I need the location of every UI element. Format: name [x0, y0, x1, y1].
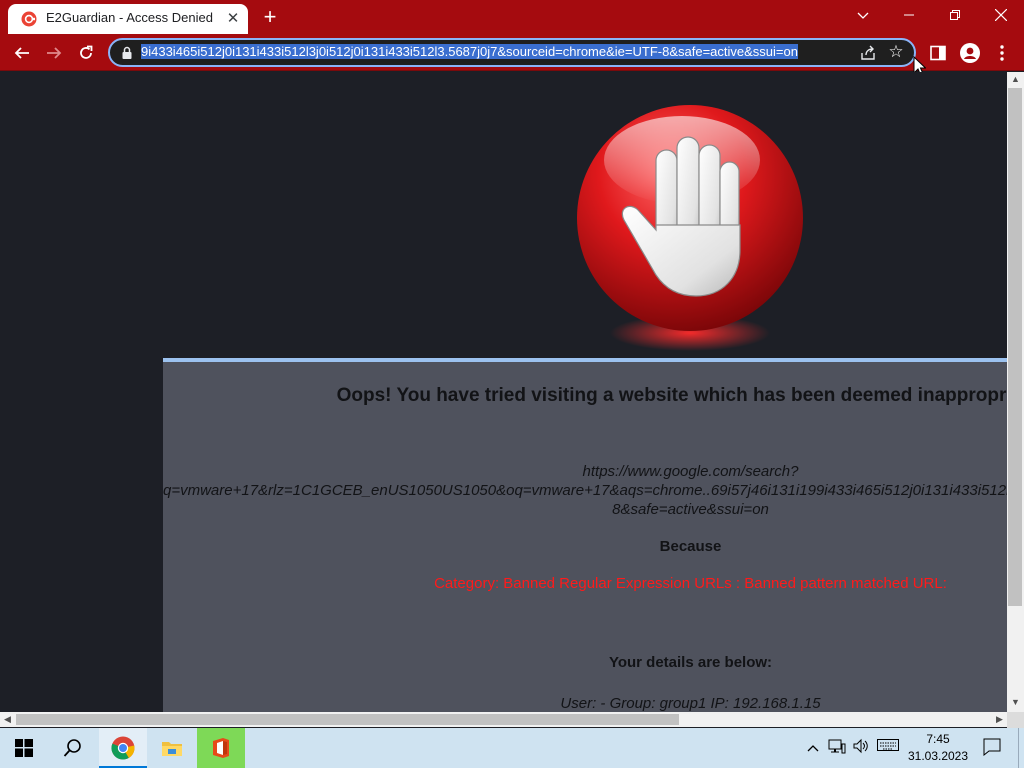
blocked-url-line-3: 8&safe=active&ssui=on	[612, 501, 769, 518]
address-bar[interactable]: 9i433i465i512j0i131i433i512l3j0i512j0i13…	[108, 38, 916, 67]
browser-toolbar: 9i433i465i512j0i131i433i512l3j0i512j0i13…	[0, 34, 1024, 71]
tab-search-button[interactable]	[840, 0, 886, 30]
taskbar-clock[interactable]: 7:45 31.03.2023	[900, 731, 976, 767]
taskbar-office-button[interactable]	[197, 728, 245, 768]
action-center-icon	[983, 738, 1001, 757]
blocked-url-line-2: q=vmware+17&rlz=1C1GCEB_enUS1050US1050&o…	[163, 482, 1007, 499]
share-icon[interactable]	[858, 43, 878, 63]
bookmark-star-icon[interactable]: ☆	[886, 42, 906, 62]
start-button[interactable]	[0, 728, 48, 768]
restore-button[interactable]	[932, 0, 978, 30]
taskbar-chrome-button[interactable]	[99, 728, 147, 768]
scroll-down-icon[interactable]: ▼	[1008, 695, 1023, 710]
restore-icon	[950, 10, 960, 20]
minimize-button[interactable]	[886, 0, 932, 30]
taskbar-explorer-button[interactable]	[148, 728, 196, 768]
side-panel-button[interactable]	[924, 39, 952, 67]
network-icon[interactable]	[826, 738, 848, 758]
more-vertical-icon	[1000, 45, 1004, 61]
clock-time: 7:45	[926, 732, 950, 746]
because-label: Because	[659, 538, 722, 555]
block-reason: Category: Banned Regular Expression URLs…	[434, 575, 947, 592]
reload-button[interactable]	[72, 39, 100, 67]
profile-icon	[960, 43, 980, 63]
speaker-icon	[853, 738, 868, 754]
volume-icon[interactable]	[850, 738, 872, 758]
file-explorer-icon	[162, 742, 182, 756]
show-hidden-icons-icon[interactable]	[804, 738, 822, 758]
lock-icon	[122, 46, 132, 59]
scroll-up-icon[interactable]: ▲	[1008, 72, 1023, 87]
chevron-up-icon	[807, 745, 819, 752]
screen: E2Guardian - Access Denied ✕ + 9i433i465…	[0, 0, 1024, 768]
horizontal-scroll-thumb[interactable]	[16, 714, 679, 725]
clock-date: 31.03.2023	[907, 749, 969, 763]
tab-close-icon[interactable]: ✕	[224, 10, 242, 28]
notifications-button[interactable]	[980, 738, 1004, 758]
block-headline: Oops! You have tried visiting a website …	[336, 385, 1007, 406]
keyboard-icon[interactable]	[876, 738, 900, 758]
browser-titlebar: E2Guardian - Access Denied ✕ +	[0, 0, 1024, 34]
address-input[interactable]: 9i433i465i512j0i131i433i512l3j0i512j0i13…	[141, 43, 849, 61]
close-window-button[interactable]	[978, 0, 1024, 30]
minimize-icon	[904, 14, 914, 16]
address-text: 9i433i465i512j0i131i433i512l3j0i512j0i13…	[141, 44, 798, 59]
block-message-panel: Oops! You have tried visiting a website …	[163, 358, 1007, 712]
new-tab-button[interactable]: +	[258, 6, 282, 30]
touch-keyboard-icon	[877, 739, 899, 751]
network-monitor-icon	[828, 739, 846, 754]
blocked-url-line-1: https://www.google.com/search?	[582, 463, 799, 480]
windows-start-icon	[15, 739, 33, 757]
tab-title: E2Guardian - Access Denied	[46, 10, 213, 25]
back-button[interactable]	[8, 39, 36, 67]
user-details: User: - Group: group1 IP: 192.168.1.15	[560, 695, 821, 712]
chrome-icon	[111, 736, 135, 760]
stop-hand-icon	[577, 105, 803, 351]
reload-icon	[80, 45, 93, 59]
page-content: Oops! You have tried visiting a website …	[0, 72, 1007, 712]
chevron-down-icon	[857, 12, 869, 19]
google-favicon-icon	[21, 11, 37, 27]
show-desktop-button[interactable]	[1018, 728, 1024, 768]
profile-button[interactable]	[956, 39, 984, 67]
side-panel-icon	[930, 45, 946, 61]
vertical-scroll-thumb[interactable]	[1008, 88, 1022, 606]
office-icon	[213, 738, 229, 758]
arrow-right-icon	[47, 47, 62, 59]
arrow-left-icon	[14, 47, 29, 59]
close-icon	[994, 8, 1008, 22]
scroll-right-icon[interactable]: ▶	[992, 712, 1007, 727]
taskbar-search-button[interactable]	[48, 728, 96, 768]
windows-taskbar: 7:45 31.03.2023	[0, 728, 1024, 768]
details-label: Your details are below:	[608, 654, 773, 671]
tab-e2guardian[interactable]: E2Guardian - Access Denied ✕	[8, 4, 248, 34]
forward-button[interactable]	[40, 39, 68, 67]
scrollbar-corner	[1007, 712, 1024, 728]
search-icon	[63, 739, 81, 757]
menu-button[interactable]	[988, 39, 1016, 67]
scroll-left-icon[interactable]: ◀	[0, 712, 15, 727]
